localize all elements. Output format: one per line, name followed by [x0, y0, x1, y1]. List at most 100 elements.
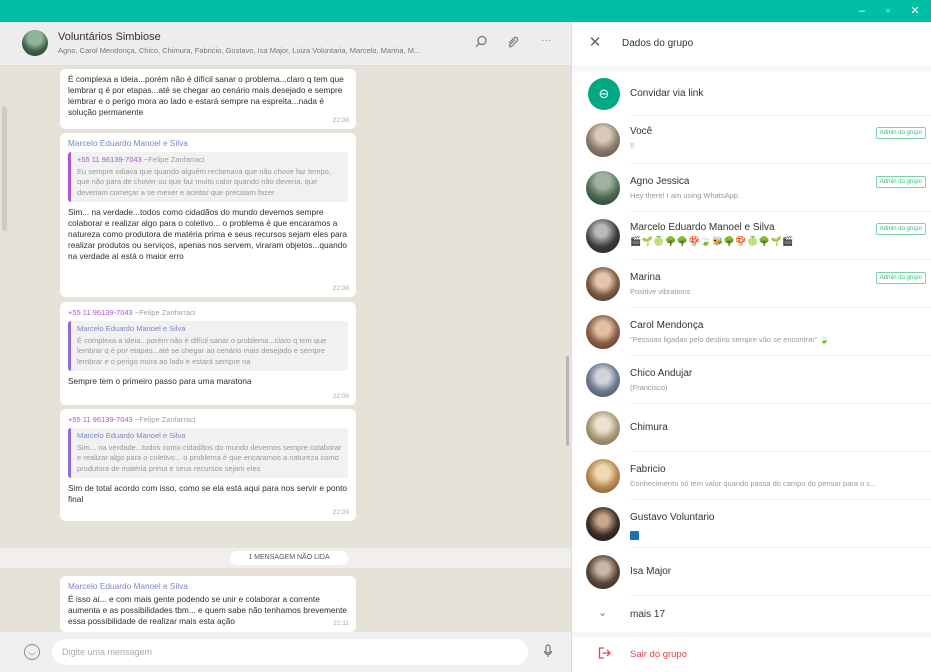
avatar	[586, 555, 620, 589]
participant-status: Hey there! I am using WhatsApp.	[630, 191, 741, 200]
admin-badge: Admin do grupo	[875, 272, 926, 284]
group-members: Agno, Carol Mendonça, Chico, Chimura, Fa…	[58, 46, 421, 55]
message-text: Sempre tem o primeiro passo para uma mar…	[68, 376, 252, 386]
participant-name: Você	[630, 126, 653, 137]
message-bubble[interactable]: Marcelo Eduardo Manoel e Silva +55 11 96…	[60, 133, 356, 297]
link-icon: ⊖	[588, 78, 620, 110]
avatar	[586, 267, 620, 301]
invite-label: Convidar via link	[630, 88, 704, 99]
message-bubble[interactable]: Marcelo Eduardo Manoel e Silva É isso aí…	[60, 576, 356, 632]
close-window-button[interactable]: ✕	[902, 2, 928, 20]
message-sender[interactable]: Marcelo Eduardo Manoel e Silva	[68, 581, 348, 592]
close-icon[interactable]: ✕	[586, 34, 604, 52]
show-more-row[interactable]: ⌄ mais 17	[572, 596, 931, 632]
group-info-panel: ✕ Dados do grupo ⊖ Convidar via link Voc…	[571, 22, 931, 672]
participant-name: Fabricio	[630, 464, 666, 475]
show-more-label: mais 17	[630, 609, 666, 620]
participant-row[interactable]: Você !! Admin do grupo	[572, 116, 931, 164]
message-list[interactable]: É complexa a ideia...porém não é difícil…	[0, 66, 571, 632]
participant-row[interactable]: Carol Mendonça "Pessoas ligadas pelo des…	[572, 308, 931, 356]
mic-icon[interactable]	[540, 644, 556, 661]
admin-badge: Admin do grupo	[875, 176, 926, 188]
participant-row[interactable]: Marcelo Eduardo Manoel e Silva 🎬🌱🍈🌳🌳🍄🍃🐝🌳…	[572, 212, 931, 260]
participant-name: Chico Andujar	[630, 368, 693, 379]
message-text: É isso aí... e com mais gente podendo se…	[68, 594, 348, 626]
avatar	[586, 411, 620, 445]
group-avatar[interactable]	[22, 30, 48, 56]
participant-status: "Pessoas ligadas pelo destino sempre vão…	[630, 335, 829, 344]
sender-phone: +55 11 96139-7043	[68, 308, 133, 317]
chat-header[interactable]: Voluntários Simbiose Agno, Carol Mendonç…	[0, 22, 571, 66]
participant-name: Agno Jessica	[630, 176, 690, 187]
avatar	[586, 123, 620, 157]
quoted-name: ~Felipe Zanfarraci	[143, 155, 205, 164]
exit-group-row[interactable]: Sair do grupo	[572, 637, 931, 672]
avatar	[586, 459, 620, 493]
message-bubble[interactable]: +55 11 96139-7043 ~Felipe Zanfarraci Mar…	[60, 409, 356, 521]
message-text: Sim... na verdade...todos como cidadãos …	[68, 207, 348, 261]
scrollbar-thumb[interactable]	[566, 356, 569, 446]
participant-status: 🎬🌱🍈🌳🌳🍄🍃🐝🌳🍄🍈🌳🌱🎬	[630, 236, 794, 246]
title-bar: – ▫ ✕	[0, 0, 931, 22]
participant-row[interactable]: Isa Major	[572, 548, 931, 596]
quoted-text: Eu sempre odiava que quando alguém recla…	[77, 166, 331, 197]
scrollbar[interactable]	[2, 106, 7, 231]
avatar	[586, 507, 620, 541]
message-text: É complexa a ideia...porém não é difícil…	[68, 74, 344, 117]
participant-row[interactable]: Marina Positive vibrations Admin do grup…	[572, 260, 931, 308]
quoted-message[interactable]: Marcelo Eduardo Manoel e Silva Sim... na…	[68, 428, 348, 478]
message-time: 22:08	[332, 285, 349, 292]
participant-row[interactable]: Chico Andujar (Francisco)	[572, 356, 931, 404]
participant-row[interactable]: Gustavo Voluntario	[572, 500, 931, 548]
message-bubble[interactable]: +55 11 96139-7043 ~Felipe Zanfarraci Mar…	[60, 302, 356, 405]
participant-row[interactable]: Agno Jessica Hey there! I am using Whats…	[572, 164, 931, 212]
admin-badge: Admin do grupo	[875, 127, 926, 139]
paperclip-icon[interactable]	[504, 35, 522, 52]
participant-name: Isa Major	[630, 566, 672, 577]
participant-status: (Francisco)	[630, 383, 668, 392]
participant-name: Marina	[630, 272, 661, 283]
message-time: 22:08	[332, 393, 349, 400]
participant-status: Positive vibrations	[630, 287, 691, 296]
quoted-sender: Marcelo Eduardo Manoel e Silva	[77, 431, 186, 440]
participant-name: Gustavo Voluntario	[630, 512, 715, 523]
chat-panel: Voluntários Simbiose Agno, Carol Mendonç…	[0, 22, 571, 672]
check-icon	[630, 527, 639, 545]
quoted-message[interactable]: +55 11 96139-7043 ~Felipe Zanfarraci Eu …	[68, 152, 348, 202]
quoted-text: É complexa a ideia...porém não é difícil…	[77, 335, 327, 366]
participant-row[interactable]: Fabricio Conhecimento só tem valor quand…	[572, 452, 931, 500]
exit-group-label: Sair do grupo	[630, 649, 688, 660]
more-icon[interactable]: ···	[537, 35, 555, 46]
participant-name: Chimura	[630, 422, 668, 433]
participant-name: Marcelo Eduardo Manoel e Silva	[630, 222, 775, 233]
avatar	[586, 219, 620, 253]
smiley-icon[interactable]: ◡	[24, 644, 40, 660]
minimize-button[interactable]: –	[849, 2, 875, 20]
restore-button[interactable]: ▫	[875, 2, 901, 20]
admin-badge: Admin do grupo	[875, 223, 926, 235]
participant-name: Carol Mendonça	[630, 320, 704, 331]
message-text: Sim de total acordo com isso, como se el…	[68, 483, 348, 504]
chevron-down-icon: ⌄	[598, 607, 608, 619]
message-sender[interactable]: Marcelo Eduardo Manoel e Silva	[68, 138, 348, 149]
message-bubble[interactable]: É complexa a ideia...porém não é difícil…	[60, 69, 356, 129]
quoted-sender: Marcelo Eduardo Manoel e Silva	[77, 324, 186, 333]
info-title: Dados do grupo	[622, 38, 694, 49]
group-title[interactable]: Voluntários Simbiose	[58, 31, 161, 43]
quoted-message[interactable]: Marcelo Eduardo Manoel e Silva É complex…	[68, 321, 348, 371]
search-icon[interactable]	[472, 35, 490, 51]
exit-icon	[596, 647, 612, 662]
message-time: 22:08	[332, 117, 349, 124]
avatar	[586, 363, 620, 397]
avatar	[586, 315, 620, 349]
message-input[interactable]	[52, 639, 528, 665]
quoted-text: Sim... na verdade...todos como cidadãos …	[77, 442, 342, 473]
quoted-phone: +55 11 96139-7043	[77, 155, 142, 164]
participant-row[interactable]: Chimura	[572, 404, 931, 452]
message-time: 22:09	[332, 509, 349, 516]
composer: ◡	[0, 632, 571, 672]
unread-divider: 1 MENSAGEM NÃO LIDA	[0, 548, 571, 568]
invite-link-row[interactable]: ⊖ Convidar via link	[572, 72, 931, 116]
participant-status: Conhecimento só tem valor quando passa d…	[630, 479, 877, 488]
unread-badge: 1 MENSAGEM NÃO LIDA	[230, 551, 348, 565]
